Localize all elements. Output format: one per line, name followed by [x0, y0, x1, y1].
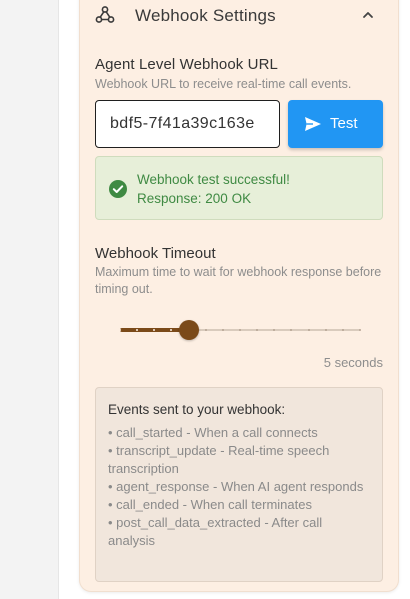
left-sidebar-background: [0, 0, 58, 599]
events-title: Events sent to your webhook:: [108, 402, 286, 417]
slider-tick: [239, 329, 241, 331]
event-item: • call_ended - When call terminates: [108, 497, 312, 512]
webhook-url-input[interactable]: bdf5-7f41a39c163e: [95, 100, 280, 148]
event-item: • post_call_data_extracted - After call …: [108, 515, 323, 548]
webhook-events-info: Events sent to your webhook: • call_star…: [95, 387, 383, 582]
slider-thumb[interactable]: [178, 320, 199, 340]
webhook-icon: [95, 6, 115, 23]
webhook-url-label: Agent Level Webhook URL: [95, 56, 278, 73]
test-webhook-button[interactable]: Test: [288, 100, 383, 148]
event-item: • call_started - When a call connects: [108, 425, 318, 440]
slider-tick: [119, 329, 121, 331]
webhook-test-result: Webhook test successful! Response: 200 O…: [95, 156, 383, 220]
event-item: • transcript_update - Real-time speech t…: [108, 443, 330, 476]
test-result-status: Response: 200 OK: [137, 191, 252, 206]
timeout-value-label: 5 seconds: [323, 355, 383, 370]
webhook-timeout-help: Maximum time to wait for webhook respons…: [95, 265, 382, 296]
webhook-settings-header[interactable]: Webhook Settings: [95, 3, 383, 29]
webhook-url-help: Webhook URL to receive real-time call ev…: [95, 77, 352, 91]
slider-tick: [324, 329, 327, 331]
test-result-message: Webhook test successful!: [137, 172, 290, 187]
slider-tick: [341, 329, 344, 331]
test-button-label: Test: [330, 115, 358, 132]
chevron-up-icon[interactable]: [361, 8, 375, 22]
webhook-timeout-label: Webhook Timeout: [95, 245, 216, 262]
check-circle-icon: [109, 180, 127, 198]
slider-tick: [359, 329, 361, 331]
timeout-slider[interactable]: [119, 318, 361, 342]
send-icon: [305, 117, 321, 131]
slider-tick: [221, 329, 224, 331]
event-item: • agent_response - When AI agent respond…: [108, 479, 364, 494]
slider-tick: [204, 329, 207, 331]
section-title: Webhook Settings: [135, 6, 276, 25]
slider-tick: [307, 329, 310, 331]
